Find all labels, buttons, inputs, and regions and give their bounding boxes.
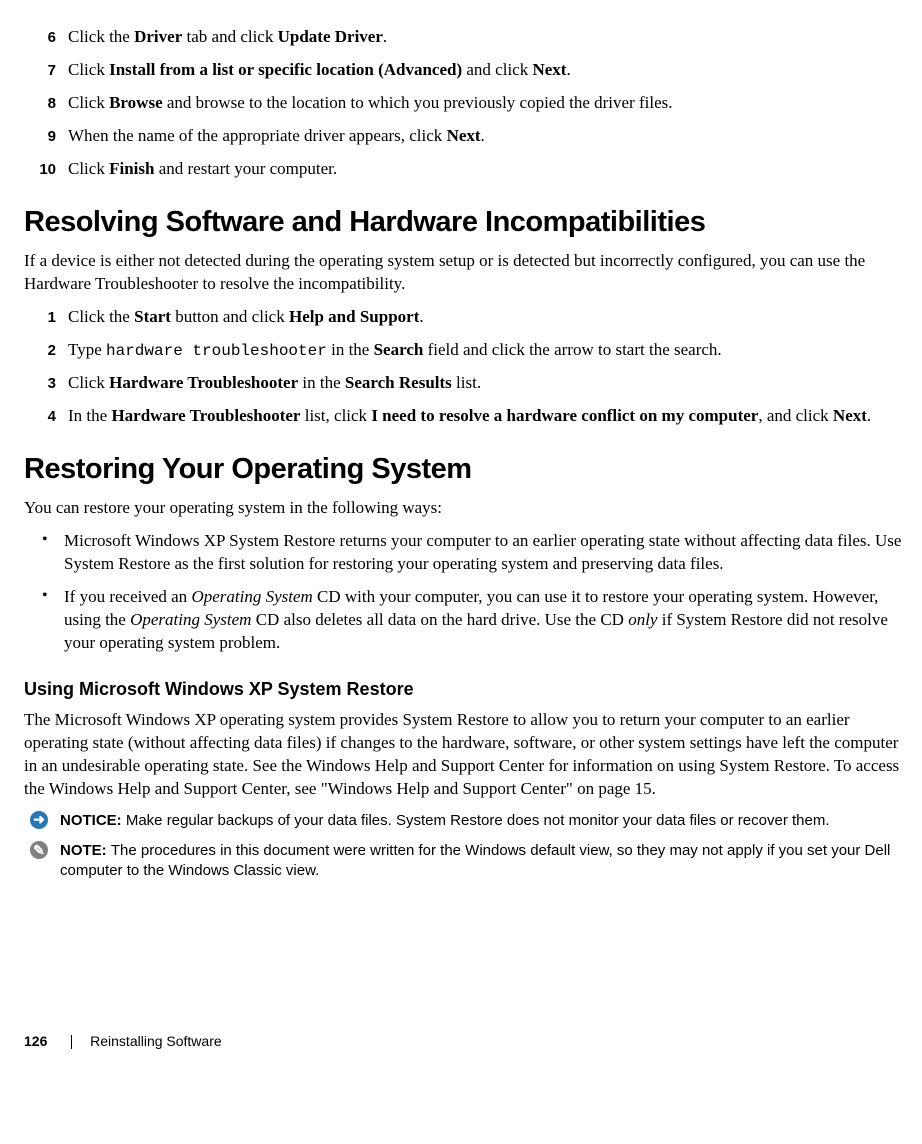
note-text: The procedures in this document were wri… (60, 842, 890, 879)
heading-restoring-os: Restoring Your Operating System (24, 450, 902, 489)
step-text: Click the Driver tab and click Update Dr… (68, 26, 902, 49)
step-number: 4 (24, 405, 68, 427)
notice-label: NOTICE: (60, 812, 126, 829)
step-number: 10 (24, 158, 68, 180)
note-label: NOTE: (60, 842, 111, 859)
step-text: Type hardware troubleshooter in the Sear… (68, 339, 902, 363)
step-number: 3 (24, 372, 68, 394)
bullet-2: • If you received an Operating System CD… (24, 586, 902, 655)
code-text: hardware troubleshooter (106, 342, 327, 360)
bullet-text: If you received an Operating System CD w… (64, 586, 902, 655)
step-text: Click Browse and browse to the location … (68, 92, 902, 115)
note-icon: ✎ (30, 841, 56, 859)
step-text: Click the Start button and click Help an… (68, 306, 902, 329)
step-number: 1 (24, 306, 68, 328)
step-7: 7 Click Install from a list or specific … (24, 59, 902, 82)
step-10: 10 Click Finish and restart your compute… (24, 158, 902, 181)
step-text: Click Finish and restart your computer. (68, 158, 902, 181)
step-text: Click Hardware Troubleshooter in the Sea… (68, 372, 902, 395)
subheading-system-restore: Using Microsoft Windows XP System Restor… (24, 677, 902, 701)
step-9: 9 When the name of the appropriate drive… (24, 125, 902, 148)
note-callout: ✎ NOTE: The procedures in this document … (30, 841, 902, 882)
heading-resolving-incompatibilities: Resolving Software and Hardware Incompat… (24, 203, 902, 242)
step-number: 9 (24, 125, 68, 147)
step-number: 7 (24, 59, 68, 81)
ts-step-2: 2 Type hardware troubleshooter in the Se… (24, 339, 902, 363)
notice-icon: ➜ (30, 811, 56, 829)
step-number: 2 (24, 339, 68, 361)
step-text: In the Hardware Troubleshooter list, cli… (68, 405, 902, 428)
page-footer: 126 Reinstalling Software (24, 1032, 902, 1051)
paragraph-system-restore: The Microsoft Windows XP operating syste… (24, 709, 902, 801)
paragraph-incompat-intro: If a device is either not detected durin… (24, 250, 902, 296)
ts-step-1: 1 Click the Start button and click Help … (24, 306, 902, 329)
ts-step-4: 4 In the Hardware Troubleshooter list, c… (24, 405, 902, 428)
page-number: 126 (24, 1033, 47, 1049)
step-text: When the name of the appropriate driver … (68, 125, 902, 148)
footer-separator (71, 1035, 72, 1049)
bullet-1: • Microsoft Windows XP System Restore re… (24, 530, 902, 576)
step-8: 8 Click Browse and browse to the locatio… (24, 92, 902, 115)
bullet-marker: • (42, 530, 64, 551)
step-number: 8 (24, 92, 68, 114)
notice-callout: ➜ NOTICE: Make regular backups of your d… (30, 811, 902, 831)
footer-title: Reinstalling Software (90, 1033, 222, 1049)
bullet-marker: • (42, 586, 64, 607)
numbered-list-troubleshooter: 1 Click the Start button and click Help … (24, 306, 902, 428)
notice-text: Make regular backups of your data files.… (126, 812, 830, 829)
paragraph-restore-intro: You can restore your operating system in… (24, 497, 902, 520)
step-number: 6 (24, 26, 68, 48)
bullet-text: Microsoft Windows XP System Restore retu… (64, 530, 902, 576)
ts-step-3: 3 Click Hardware Troubleshooter in the S… (24, 372, 902, 395)
step-6: 6 Click the Driver tab and click Update … (24, 26, 902, 49)
arrow-circle-icon: ➜ (30, 811, 48, 829)
numbered-list-top: 6 Click the Driver tab and click Update … (24, 26, 902, 181)
step-text: Click Install from a list or specific lo… (68, 59, 902, 82)
pencil-circle-icon: ✎ (30, 841, 48, 859)
